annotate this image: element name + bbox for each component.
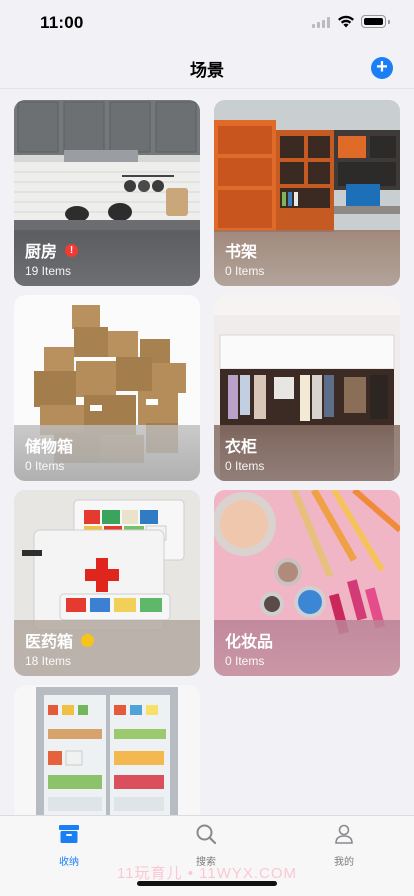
scene-card-storage-box[interactable]: 储物箱 0 Items: [14, 295, 200, 481]
scene-grid: 厨房 ! 19 Items 书架 0 Items 储物箱 0 Items 衣柜 …: [0, 0, 414, 896]
storage-box-icon: [59, 825, 79, 843]
scene-item-count: 0 Items: [25, 459, 65, 473]
scene-item-count: 0 Items: [225, 264, 265, 278]
scene-name: 衣柜: [225, 439, 258, 456]
scene-name: 储物箱: [25, 439, 74, 456]
scene-name: 书架: [225, 244, 258, 261]
scene-card-fridge[interactable]: [14, 685, 200, 820]
search-icon: [196, 824, 216, 845]
scene-card-medicine-box[interactable]: 医药箱 18 Items: [14, 490, 200, 676]
scene-card-wardrobe[interactable]: 衣柜 0 Items: [214, 295, 400, 481]
scene-card-bookshelf[interactable]: 书架 0 Items: [214, 100, 400, 286]
scene-name: 厨房: [25, 244, 58, 261]
watermark: 11玩育儿 • 11WYX.COM: [116, 865, 298, 882]
scene-name: 医药箱: [25, 634, 74, 651]
scene-item-count: 19 Items: [25, 264, 72, 278]
scene-card-cosmetics[interactable]: 化妆品 0 Items: [214, 490, 400, 676]
scene-name: 化妆品: [225, 634, 274, 651]
warning-badge: [81, 633, 95, 647]
scene-card-kitchen[interactable]: 厨房 ! 19 Items: [14, 100, 200, 286]
home-indicator[interactable]: [137, 881, 277, 886]
fridge-image: [14, 685, 200, 820]
scene-item-count: 18 Items: [25, 654, 72, 668]
person-icon: [335, 824, 353, 844]
scene-item-count: 0 Items: [225, 459, 265, 473]
scene-item-count: 0 Items: [225, 654, 265, 668]
alert-badge: !: [65, 243, 79, 257]
